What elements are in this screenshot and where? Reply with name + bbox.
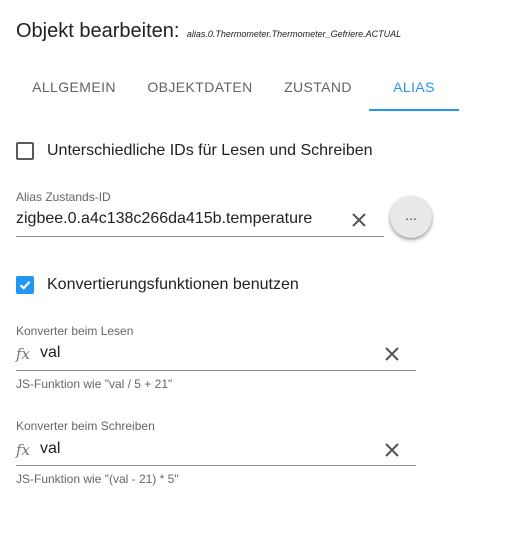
tab-bar: ALLGEMEIN OBJEKTDATEN ZUSTAND ALIAS [0,66,513,111]
close-icon[interactable] [349,210,369,230]
check-icon [19,281,31,290]
tab-objektdaten[interactable]: OBJEKTDATEN [138,66,262,110]
read-converter-label: Konverter beim Lesen [16,324,134,338]
write-converter-helper: JS-Funktion wie "(val - 21) * 5" [16,472,179,486]
write-converter-label: Konverter beim Schreiben [16,419,155,433]
select-id-button[interactable]: ... [390,196,432,238]
state-id-field[interactable]: zigbee.0.a4c138c266da415b.temperature [16,210,384,237]
different-ids-label: Unterschiedliche IDs für Lesen und Schre… [47,142,373,159]
tab-allgemein[interactable]: ALLGEMEIN [18,66,130,110]
close-icon[interactable] [382,440,402,460]
state-id-label: Alias Zustands-ID [16,190,111,204]
state-id-value[interactable]: zigbee.0.a4c138c266da415b.temperature [16,210,312,228]
use-conversion-label: Konvertierungsfunktionen benutzen [47,276,299,293]
dialog-title: Objekt bearbeiten: [16,20,180,42]
different-ids-checkbox[interactable] [16,142,34,160]
different-ids-checkbox-row[interactable]: Unterschiedliche IDs für Lesen und Schre… [16,142,373,160]
write-converter-value[interactable]: val [40,440,60,458]
read-converter-field[interactable]: fx val [16,344,416,371]
object-id: alias.0.Thermometer.Thermometer_Gefriere… [186,29,402,39]
function-icon: fx [16,345,31,363]
read-converter-helper: JS-Funktion wie "val / 5 + 21" [16,377,173,391]
read-converter-value[interactable]: val [40,344,60,362]
use-conversion-checkbox[interactable] [16,276,34,294]
dialog-title-row: Objekt bearbeiten: alias.0.Thermometer.T… [16,20,401,43]
use-conversion-checkbox-row[interactable]: Konvertierungsfunktionen benutzen [16,276,299,294]
tab-alias[interactable]: ALIAS [369,66,459,111]
close-icon[interactable] [382,344,402,364]
tab-zustand[interactable]: ZUSTAND [272,66,364,110]
write-converter-field[interactable]: fx val [16,440,416,466]
function-icon: fx [16,441,31,459]
